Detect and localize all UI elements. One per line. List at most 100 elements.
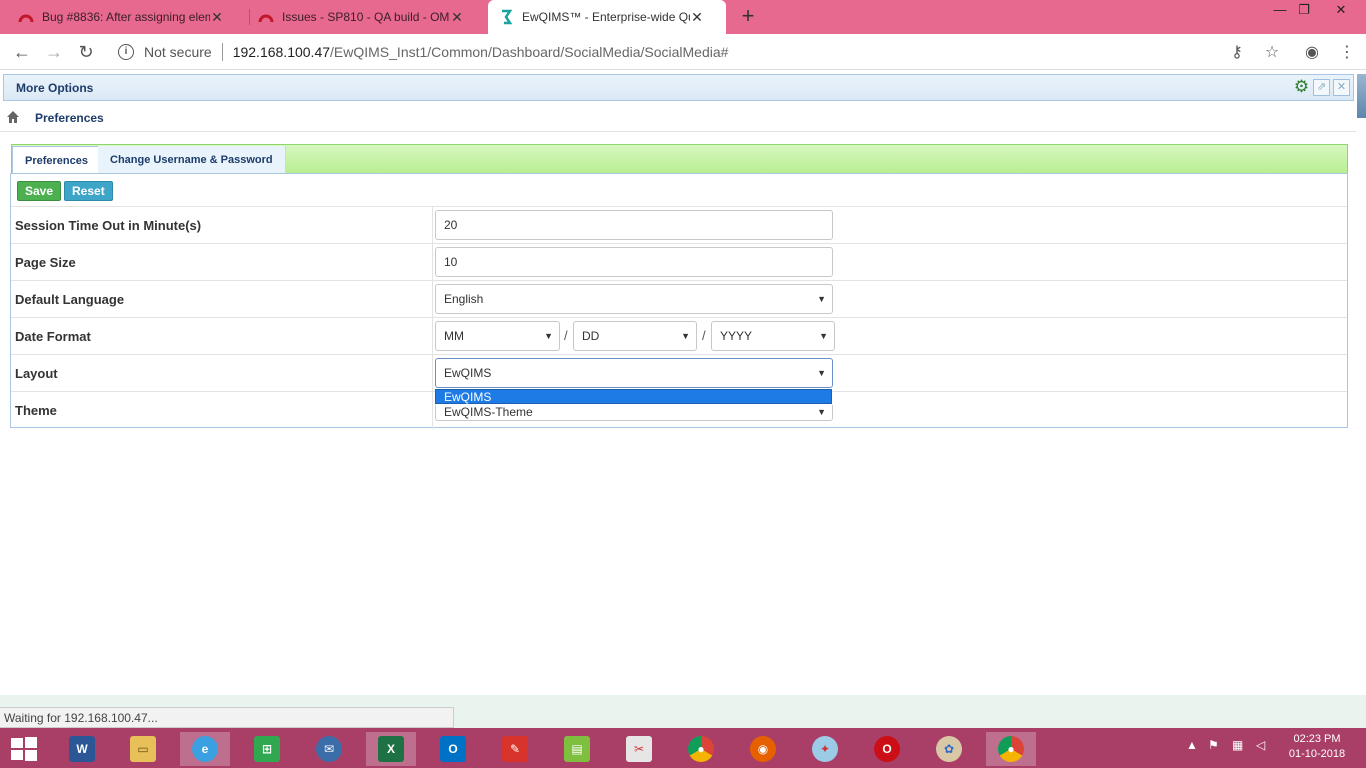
firefox-icon[interactable]: ◉ xyxy=(738,732,788,766)
browser-tab-ewqims[interactable]: EwQIMS™ - Enterprise-wide Qua ✕ xyxy=(488,0,726,34)
menu-icon[interactable]: ⋮ xyxy=(1336,42,1358,62)
theme-value: EwQIMS-Theme xyxy=(444,405,533,419)
column-divider xyxy=(432,244,433,281)
close-icon[interactable]: ✕ xyxy=(210,9,224,26)
browser-tab-issues[interactable]: Issues - SP810 - QA build - OMN ✕ xyxy=(248,0,486,34)
new-tab-button[interactable]: + xyxy=(736,5,760,29)
home-icon[interactable] xyxy=(6,110,20,124)
chrome-active-icon[interactable]: ● xyxy=(986,732,1036,766)
outlook-icon[interactable]: O xyxy=(428,732,478,766)
star-icon[interactable]: ☆ xyxy=(1261,42,1283,62)
forward-icon[interactable]: → xyxy=(42,40,66,64)
session-timeout-label: Session Time Out in Minute(s) xyxy=(15,218,202,233)
browser-status-bar: Waiting for 192.168.100.47... xyxy=(0,707,454,728)
omnibox-divider xyxy=(221,43,223,61)
date-year-value: YYYY xyxy=(720,329,753,343)
browser-tab-strip: Bug #8836: After assigning elem ✕ Issues… xyxy=(0,0,1366,34)
tab-bar: Preferences Change Username & Password xyxy=(11,144,1348,175)
redmine-icon xyxy=(18,14,34,23)
tab-title: EwQIMS™ - Enterprise-wide Qua xyxy=(522,10,690,24)
address-bar[interactable]: i Not secure 192.168.100.47/EwQIMS_Inst1… xyxy=(108,38,1298,66)
session-timeout-input[interactable]: 20 xyxy=(435,210,833,240)
page-size-label: Page Size xyxy=(15,255,76,270)
theme-label: Theme xyxy=(15,403,57,418)
clock-date: 01-10-2018 xyxy=(1288,748,1346,760)
flag-icon[interactable]: ⚑ xyxy=(1208,738,1219,752)
word-icon[interactable]: W xyxy=(57,732,107,766)
gear-icon[interactable]: ⚙ xyxy=(1292,78,1311,97)
side-scroll-strip xyxy=(1357,74,1366,118)
thunderbird-icon[interactable]: ✉ xyxy=(304,732,354,766)
column-divider xyxy=(432,281,433,318)
status-bar-filler xyxy=(454,707,1366,728)
network-icon[interactable]: ▦ xyxy=(1232,738,1243,752)
chevron-down-icon: ▼ xyxy=(817,407,826,417)
opera-icon[interactable]: O xyxy=(862,732,912,766)
date-day-select[interactable]: DD ▼ xyxy=(573,321,697,351)
page-size-input[interactable]: 10 xyxy=(435,247,833,277)
notepad-plus-icon[interactable]: ▤ xyxy=(552,732,602,766)
safari-icon[interactable]: ✦ xyxy=(800,732,850,766)
file-explorer-icon[interactable]: ▭ xyxy=(118,732,168,766)
chevron-down-icon: ▼ xyxy=(817,368,826,378)
windows-start-icon[interactable] xyxy=(10,736,38,762)
window-close-icon[interactable]: ✕ xyxy=(1316,0,1366,22)
url-host: 192.168.100.47 xyxy=(232,44,331,60)
close-icon[interactable]: ✕ xyxy=(450,9,464,26)
paint-icon[interactable]: ✎ xyxy=(490,732,540,766)
column-divider xyxy=(432,392,433,429)
layout-label: Layout xyxy=(15,366,58,381)
layout-select[interactable]: EwQIMS ▼ xyxy=(435,358,833,388)
reset-button[interactable]: Reset xyxy=(64,181,113,201)
tab-preferences[interactable]: Preferences xyxy=(12,146,101,175)
default-language-select[interactable]: English ▼ xyxy=(435,284,833,314)
back-icon[interactable]: ← xyxy=(10,40,34,64)
date-month-select[interactable]: MM ▼ xyxy=(435,321,560,351)
reload-icon[interactable]: ↻ xyxy=(74,40,98,64)
tray-expand-icon[interactable]: ▲ xyxy=(1186,738,1198,752)
paint-palette-icon[interactable]: ✿ xyxy=(924,732,974,766)
account-icon[interactable]: ◉ xyxy=(1301,42,1323,62)
internet-explorer-icon[interactable]: e xyxy=(180,732,230,766)
date-year-select[interactable]: YYYY ▼ xyxy=(711,321,835,351)
layout-value: EwQIMS xyxy=(444,366,492,380)
excel-icon[interactable]: X xyxy=(366,732,416,766)
key-icon[interactable]: ⚷ xyxy=(1226,42,1248,62)
row-default-language: Default Language English ▼ xyxy=(11,280,1347,318)
layout-dropdown-option[interactable]: EwQIMS xyxy=(435,389,832,404)
url-path: /EwQIMS_Inst1/Common/Dashboard/SocialMed… xyxy=(330,44,729,60)
chevron-down-icon: ▼ xyxy=(819,331,828,341)
date-separator: / xyxy=(702,328,706,343)
panel-header: More Options ⚙ ⇗ ✕ xyxy=(3,74,1354,101)
row-page-size: Page Size 10 xyxy=(11,243,1347,281)
info-icon[interactable]: i xyxy=(118,44,134,60)
close-icon[interactable]: ✕ xyxy=(1333,79,1350,96)
theme-select[interactable]: EwQIMS-Theme ▼ xyxy=(435,405,833,421)
save-button[interactable]: Save xyxy=(17,181,62,201)
chevron-down-icon: ▼ xyxy=(681,331,690,341)
store-icon[interactable]: ⊞ xyxy=(242,732,292,766)
clock-time: 02:23 PM xyxy=(1293,733,1341,745)
breadcrumb: Preferences xyxy=(0,104,1356,132)
date-day-value: DD xyxy=(582,329,600,343)
browser-toolbar: ← → ↻ i Not secure 192.168.100.47/EwQIMS… xyxy=(0,34,1366,70)
not-secure-label: Not secure xyxy=(144,44,212,60)
chevron-down-icon: ▼ xyxy=(817,294,826,304)
browser-tab-bug[interactable]: Bug #8836: After assigning elem ✕ xyxy=(8,0,246,34)
chrome-icon[interactable]: ● xyxy=(676,732,726,766)
row-date-format: Date Format MM ▼ / DD ▼ / YYYY ▼ xyxy=(11,317,1347,355)
snipping-tool-icon[interactable]: ✂ xyxy=(614,732,664,766)
taskbar-clock[interactable]: 02:23 PM 01-10-2018 xyxy=(1282,732,1352,762)
volume-icon[interactable]: ◁ xyxy=(1256,738,1265,752)
redmine-icon xyxy=(258,14,274,23)
close-icon[interactable]: ✕ xyxy=(690,9,704,26)
column-divider xyxy=(432,318,433,355)
tab-change-username-password[interactable]: Change Username & Password xyxy=(98,146,286,175)
breadcrumb-preferences[interactable]: Preferences xyxy=(35,111,104,125)
tab-title: Issues - SP810 - QA build - OMN xyxy=(282,10,450,24)
chevron-down-icon: ▼ xyxy=(544,331,553,341)
restore-icon[interactable]: ❐ xyxy=(1290,0,1318,22)
panel-title: More Options xyxy=(16,81,94,95)
popout-icon[interactable]: ⇗ xyxy=(1313,79,1330,96)
date-format-label: Date Format xyxy=(15,329,91,344)
